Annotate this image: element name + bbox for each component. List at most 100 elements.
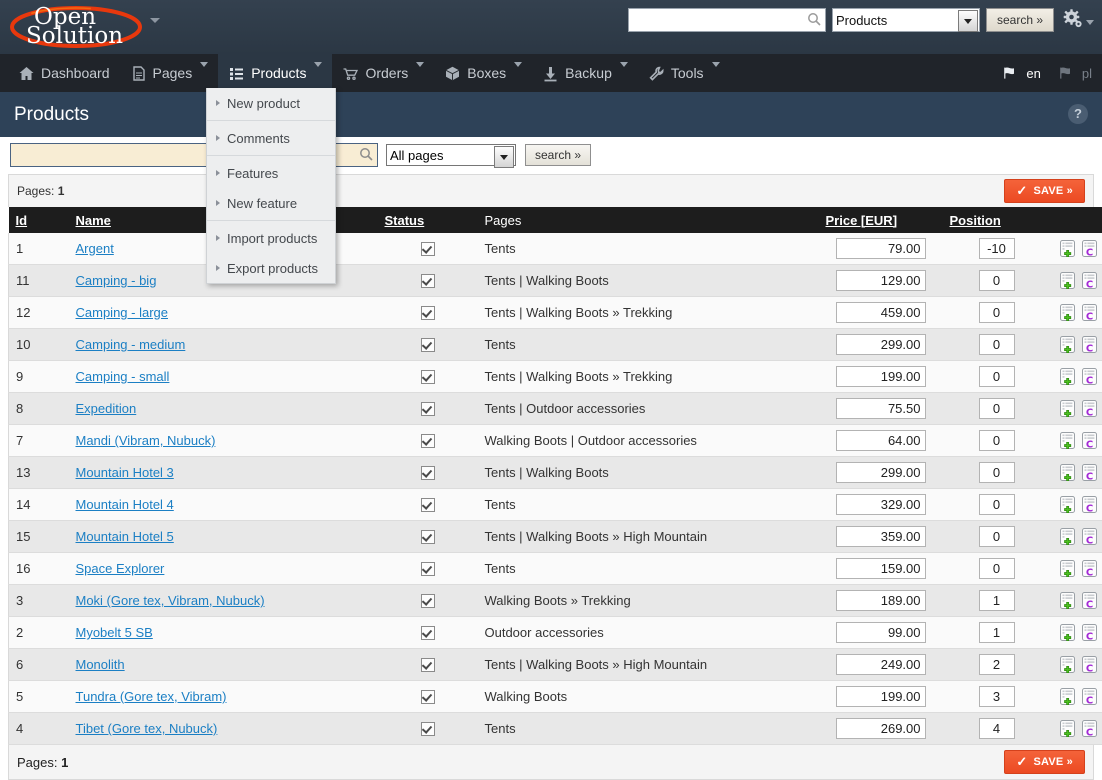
position-input[interactable] bbox=[979, 590, 1015, 611]
row-action-copy[interactable]: C bbox=[1080, 463, 1099, 482]
product-link[interactable]: Camping - medium bbox=[76, 337, 186, 352]
status-checkbox[interactable] bbox=[421, 338, 435, 352]
position-input[interactable] bbox=[979, 238, 1015, 259]
product-link[interactable]: Tundra (Gore tex, Vibram) bbox=[76, 689, 227, 704]
row-action-copy[interactable]: C bbox=[1080, 335, 1099, 354]
position-input[interactable] bbox=[979, 366, 1015, 387]
column-header-position[interactable]: Position bbox=[943, 207, 1051, 233]
product-link[interactable]: Monolith bbox=[76, 657, 125, 672]
nav-item-products[interactable]: Products bbox=[218, 54, 332, 92]
row-action-add[interactable] bbox=[1058, 623, 1077, 642]
row-action-add[interactable] bbox=[1058, 687, 1077, 706]
status-checkbox[interactable] bbox=[421, 402, 435, 416]
price-input[interactable] bbox=[836, 590, 926, 611]
row-action-copy[interactable]: C bbox=[1080, 239, 1099, 258]
price-input[interactable] bbox=[836, 430, 926, 451]
product-link[interactable]: Argent bbox=[76, 241, 114, 256]
position-input[interactable] bbox=[979, 270, 1015, 291]
row-action-copy[interactable]: C bbox=[1080, 687, 1099, 706]
status-checkbox[interactable] bbox=[421, 626, 435, 640]
help-icon[interactable]: ? bbox=[1068, 104, 1088, 124]
product-link[interactable]: Space Explorer bbox=[76, 561, 165, 576]
status-checkbox[interactable] bbox=[421, 690, 435, 704]
save-button-bottom[interactable]: ✓ SAVE » bbox=[1004, 750, 1085, 774]
row-action-copy[interactable]: C bbox=[1080, 655, 1099, 674]
menu-item-features[interactable]: Features bbox=[207, 158, 335, 188]
row-action-copy[interactable]: C bbox=[1080, 623, 1099, 642]
global-search-button[interactable]: search » bbox=[986, 8, 1054, 32]
filter-search-button[interactable]: search » bbox=[525, 144, 591, 166]
status-checkbox[interactable] bbox=[421, 370, 435, 384]
status-checkbox[interactable] bbox=[421, 434, 435, 448]
position-input[interactable] bbox=[979, 334, 1015, 355]
row-action-copy[interactable]: C bbox=[1080, 431, 1099, 450]
position-input[interactable] bbox=[979, 654, 1015, 675]
price-input[interactable] bbox=[836, 494, 926, 515]
product-link[interactable]: Mandi (Vibram, Nubuck) bbox=[76, 433, 216, 448]
position-input[interactable] bbox=[979, 462, 1015, 483]
global-search-scope-select[interactable]: Products bbox=[832, 8, 980, 32]
status-checkbox[interactable] bbox=[421, 722, 435, 736]
row-action-add[interactable] bbox=[1058, 335, 1077, 354]
price-input[interactable] bbox=[836, 238, 926, 259]
nav-item-boxes[interactable]: Boxes bbox=[434, 54, 532, 92]
column-header-id[interactable]: Id bbox=[9, 207, 69, 233]
row-action-copy[interactable]: C bbox=[1080, 367, 1099, 386]
price-input[interactable] bbox=[836, 302, 926, 323]
status-checkbox[interactable] bbox=[421, 562, 435, 576]
position-input[interactable] bbox=[979, 718, 1015, 739]
price-input[interactable] bbox=[836, 718, 926, 739]
column-header-price[interactable]: Price [EUR] bbox=[819, 207, 943, 233]
price-input[interactable] bbox=[836, 686, 926, 707]
nav-item-backup[interactable]: Backup bbox=[532, 54, 638, 92]
row-action-copy[interactable]: C bbox=[1080, 527, 1099, 546]
price-input[interactable] bbox=[836, 558, 926, 579]
menu-item-import-products[interactable]: Import products bbox=[207, 223, 335, 253]
row-action-add[interactable] bbox=[1058, 367, 1077, 386]
product-link[interactable]: Mountain Hotel 4 bbox=[76, 497, 174, 512]
price-input[interactable] bbox=[836, 526, 926, 547]
row-action-add[interactable] bbox=[1058, 271, 1077, 290]
logo-chevron-down-icon[interactable] bbox=[150, 18, 160, 23]
row-action-copy[interactable]: C bbox=[1080, 559, 1099, 578]
product-link[interactable]: Camping - large bbox=[76, 305, 169, 320]
position-input[interactable] bbox=[979, 494, 1015, 515]
row-action-add[interactable] bbox=[1058, 559, 1077, 578]
status-checkbox[interactable] bbox=[421, 306, 435, 320]
nav-item-pages[interactable]: Pages bbox=[120, 54, 219, 92]
column-header-status[interactable]: Status bbox=[378, 207, 478, 233]
global-search-input[interactable] bbox=[628, 8, 826, 32]
row-action-add[interactable] bbox=[1058, 655, 1077, 674]
language-en[interactable]: en bbox=[1003, 66, 1040, 81]
row-action-add[interactable] bbox=[1058, 399, 1077, 418]
nav-item-dashboard[interactable]: Dashboard bbox=[8, 54, 120, 92]
product-link[interactable]: Expedition bbox=[76, 401, 137, 416]
product-link[interactable]: Mountain Hotel 5 bbox=[76, 529, 174, 544]
row-action-add[interactable] bbox=[1058, 303, 1077, 322]
row-action-copy[interactable]: C bbox=[1080, 399, 1099, 418]
price-input[interactable] bbox=[836, 270, 926, 291]
position-input[interactable] bbox=[979, 526, 1015, 547]
row-action-copy[interactable]: C bbox=[1080, 303, 1099, 322]
product-link[interactable]: Myobelt 5 SB bbox=[76, 625, 153, 640]
menu-item-new-product[interactable]: New product bbox=[207, 88, 335, 118]
row-action-copy[interactable]: C bbox=[1080, 271, 1099, 290]
price-input[interactable] bbox=[836, 334, 926, 355]
position-input[interactable] bbox=[979, 558, 1015, 579]
row-action-copy[interactable]: C bbox=[1080, 495, 1099, 514]
language-pl[interactable]: pl bbox=[1059, 66, 1092, 81]
position-input[interactable] bbox=[979, 430, 1015, 451]
price-input[interactable] bbox=[836, 622, 926, 643]
status-checkbox[interactable] bbox=[421, 242, 435, 256]
row-action-add[interactable] bbox=[1058, 719, 1077, 738]
position-input[interactable] bbox=[979, 398, 1015, 419]
product-link[interactable]: Mountain Hotel 3 bbox=[76, 465, 174, 480]
nav-item-orders[interactable]: Orders bbox=[332, 54, 434, 92]
status-checkbox[interactable] bbox=[421, 530, 435, 544]
row-action-add[interactable] bbox=[1058, 431, 1077, 450]
row-action-add[interactable] bbox=[1058, 239, 1077, 258]
row-action-add[interactable] bbox=[1058, 463, 1077, 482]
row-action-add[interactable] bbox=[1058, 527, 1077, 546]
product-link[interactable]: Camping - big bbox=[76, 273, 157, 288]
row-action-copy[interactable]: C bbox=[1080, 591, 1099, 610]
